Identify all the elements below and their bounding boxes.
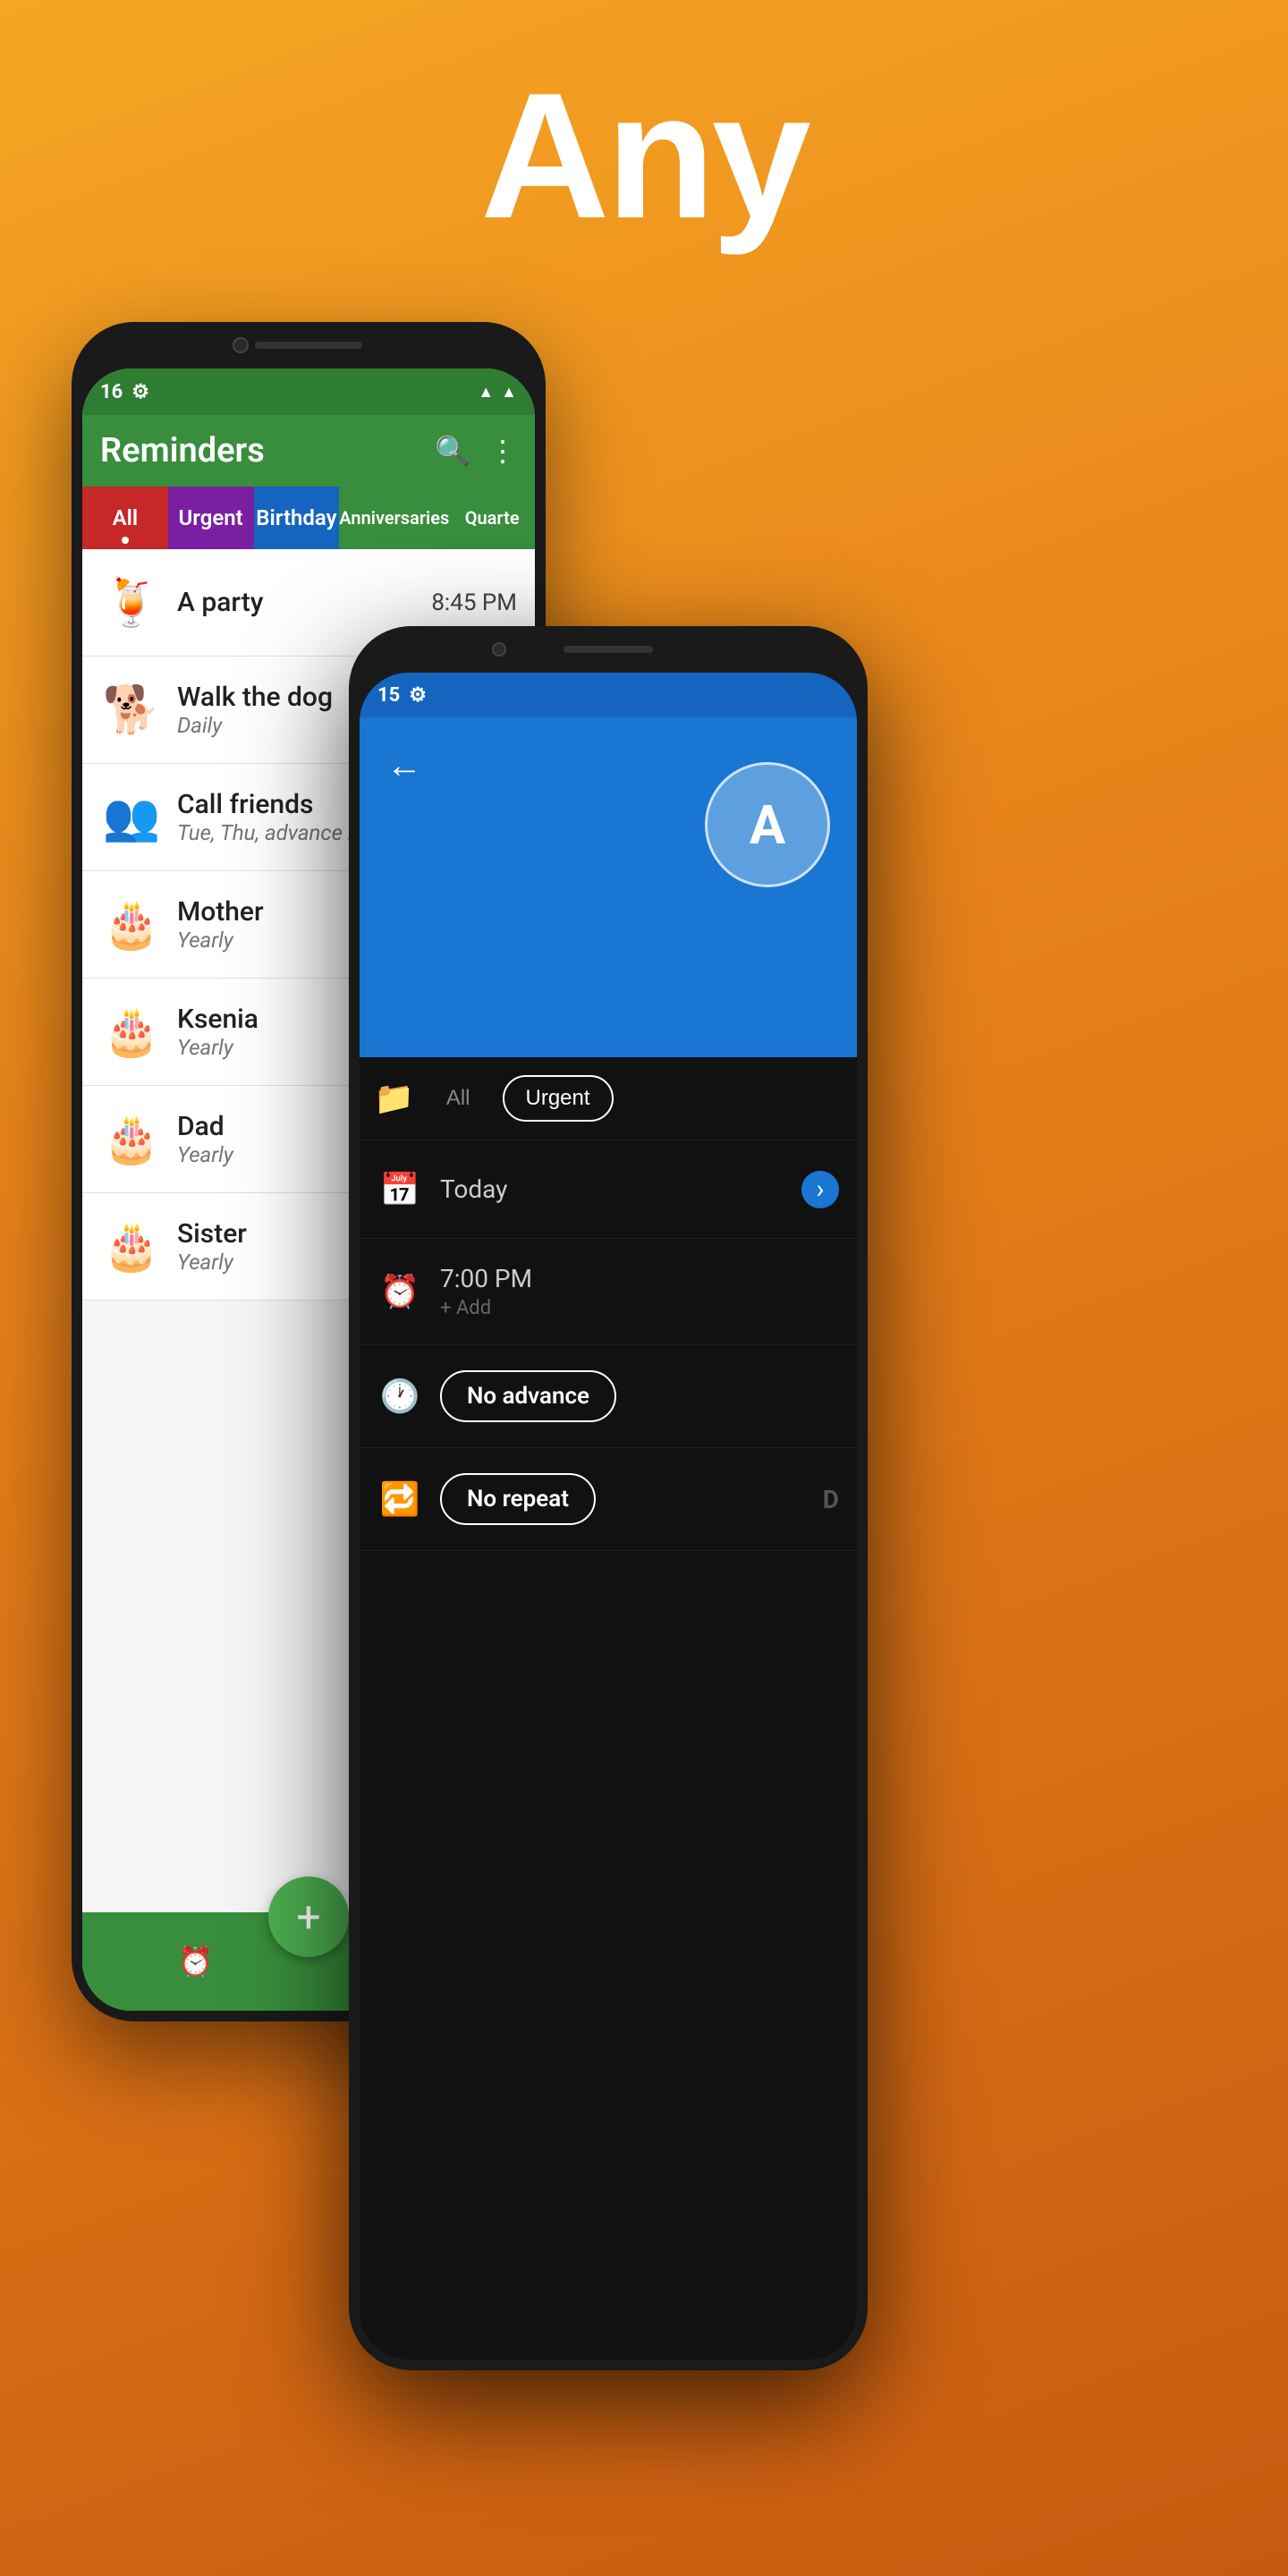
item-emoji: 🍹 <box>100 575 163 630</box>
p1-appbar: Reminders 🔍 ⋮ <box>82 415 535 487</box>
p2-avatar-letter: A <box>750 793 785 857</box>
p2-status-bar: 15 ⚙ <box>360 673 857 717</box>
phone1-camera <box>233 337 249 353</box>
p2-row-today[interactable]: 📅 Today › <box>360 1140 857 1239</box>
hero-title: Any <box>0 54 1288 259</box>
p2-row-advance[interactable]: 🕐 No advance <box>360 1345 857 1448</box>
p2-tab-urgent[interactable]: Urgent <box>503 1075 614 1122</box>
phone1-speaker <box>255 342 362 349</box>
p2-appbar: ← A <box>360 717 857 1057</box>
tab-quarter[interactable]: Quarte <box>449 487 535 549</box>
item-name: A party <box>177 587 404 618</box>
p2-add-label: + Add <box>440 1297 839 1319</box>
p1-gear-icon: ⚙ <box>131 381 149 403</box>
phone2-notch <box>349 626 868 673</box>
item-emoji: 👥 <box>100 790 163 844</box>
p1-status-right: ▲ ▲ <box>478 383 517 402</box>
p2-advance-icon: 🕐 <box>377 1377 422 1415</box>
tab-anniversaries[interactable]: Anniversaries <box>339 487 449 549</box>
item-emoji: 🎂 <box>100 1112 163 1166</box>
item-info: A party <box>177 587 404 618</box>
p2-row-content: No repeat <box>440 1473 796 1525</box>
item-emoji: 🎂 <box>100 1219 163 1274</box>
item-time: 8:45 PM <box>419 589 517 616</box>
p1-appbar-icons: 🔍 ⋮ <box>435 434 517 468</box>
tab-dot <box>122 537 129 544</box>
p1-time: 16 <box>100 381 123 403</box>
p2-alarm-icon: ⏰ <box>377 1273 422 1310</box>
p1-search-icon[interactable]: 🔍 <box>435 434 470 468</box>
p2-folder-icon: 📁 <box>374 1080 414 1117</box>
p2-repeat-extra: D <box>823 1485 839 1514</box>
p2-row-content: Today <box>440 1174 784 1204</box>
phone1-notch <box>72 322 546 369</box>
p1-status-left: 16 ⚙ <box>100 381 149 403</box>
p1-status-bar: 16 ⚙ ▲ ▲ <box>82 369 535 415</box>
tab-urgent[interactable]: Urgent <box>168 487 254 549</box>
item-emoji: 🎂 <box>100 1004 163 1059</box>
tab-all[interactable]: All <box>82 487 168 549</box>
p1-bottom-reminders-icon[interactable]: ⏰ <box>178 1945 214 1979</box>
p1-tabs: All Urgent Birthday Anniversaries Quarte <box>82 487 535 549</box>
p1-wifi-icon: ▲ <box>478 383 494 402</box>
p2-time-label: 7:00 PM <box>440 1264 839 1293</box>
p1-fab-plus-icon: + <box>296 1892 320 1943</box>
item-emoji: 🐕 <box>100 682 163 737</box>
item-emoji: 🎂 <box>100 897 163 952</box>
p2-row-time[interactable]: ⏰ 7:00 PM + Add <box>360 1239 857 1345</box>
p2-row-content: 7:00 PM + Add <box>440 1264 839 1319</box>
p2-status-left: 15 ⚙ <box>377 684 427 707</box>
phone2-speaker <box>564 646 653 653</box>
phone2-device: 15 ⚙ ← A 📁 All Urgent 📅 Today › <box>349 626 868 2370</box>
p2-calendar-icon: 📅 <box>377 1171 422 1208</box>
p1-fab-button[interactable]: + <box>268 1877 349 1957</box>
p2-repeat-icon: 🔁 <box>377 1480 422 1518</box>
p2-no-repeat-chip[interactable]: No repeat <box>440 1473 596 1525</box>
p1-app-title: Reminders <box>100 431 265 470</box>
p2-tab-all[interactable]: All <box>425 1077 492 1120</box>
p2-gear-icon: ⚙ <box>409 684 427 707</box>
p2-today-label: Today <box>440 1174 784 1204</box>
p2-row-repeat[interactable]: 🔁 No repeat D <box>360 1448 857 1551</box>
p1-menu-icon[interactable]: ⋮ <box>488 434 517 468</box>
p1-signal-icon: ▲ <box>501 383 517 402</box>
p2-row-arrow: › <box>801 1171 839 1208</box>
p2-row-content: No advance <box>440 1370 839 1422</box>
p2-back-button[interactable]: ← <box>377 735 431 795</box>
phone2-screen: 15 ⚙ ← A 📁 All Urgent 📅 Today › <box>360 673 857 2360</box>
tab-birthday[interactable]: Birthday <box>254 487 340 549</box>
p2-tabs-row: 📁 All Urgent <box>360 1057 857 1140</box>
p2-avatar: A <box>705 762 830 887</box>
p2-time: 15 <box>377 684 400 707</box>
phone2-camera <box>492 642 506 657</box>
p2-no-advance-chip[interactable]: No advance <box>440 1370 616 1422</box>
